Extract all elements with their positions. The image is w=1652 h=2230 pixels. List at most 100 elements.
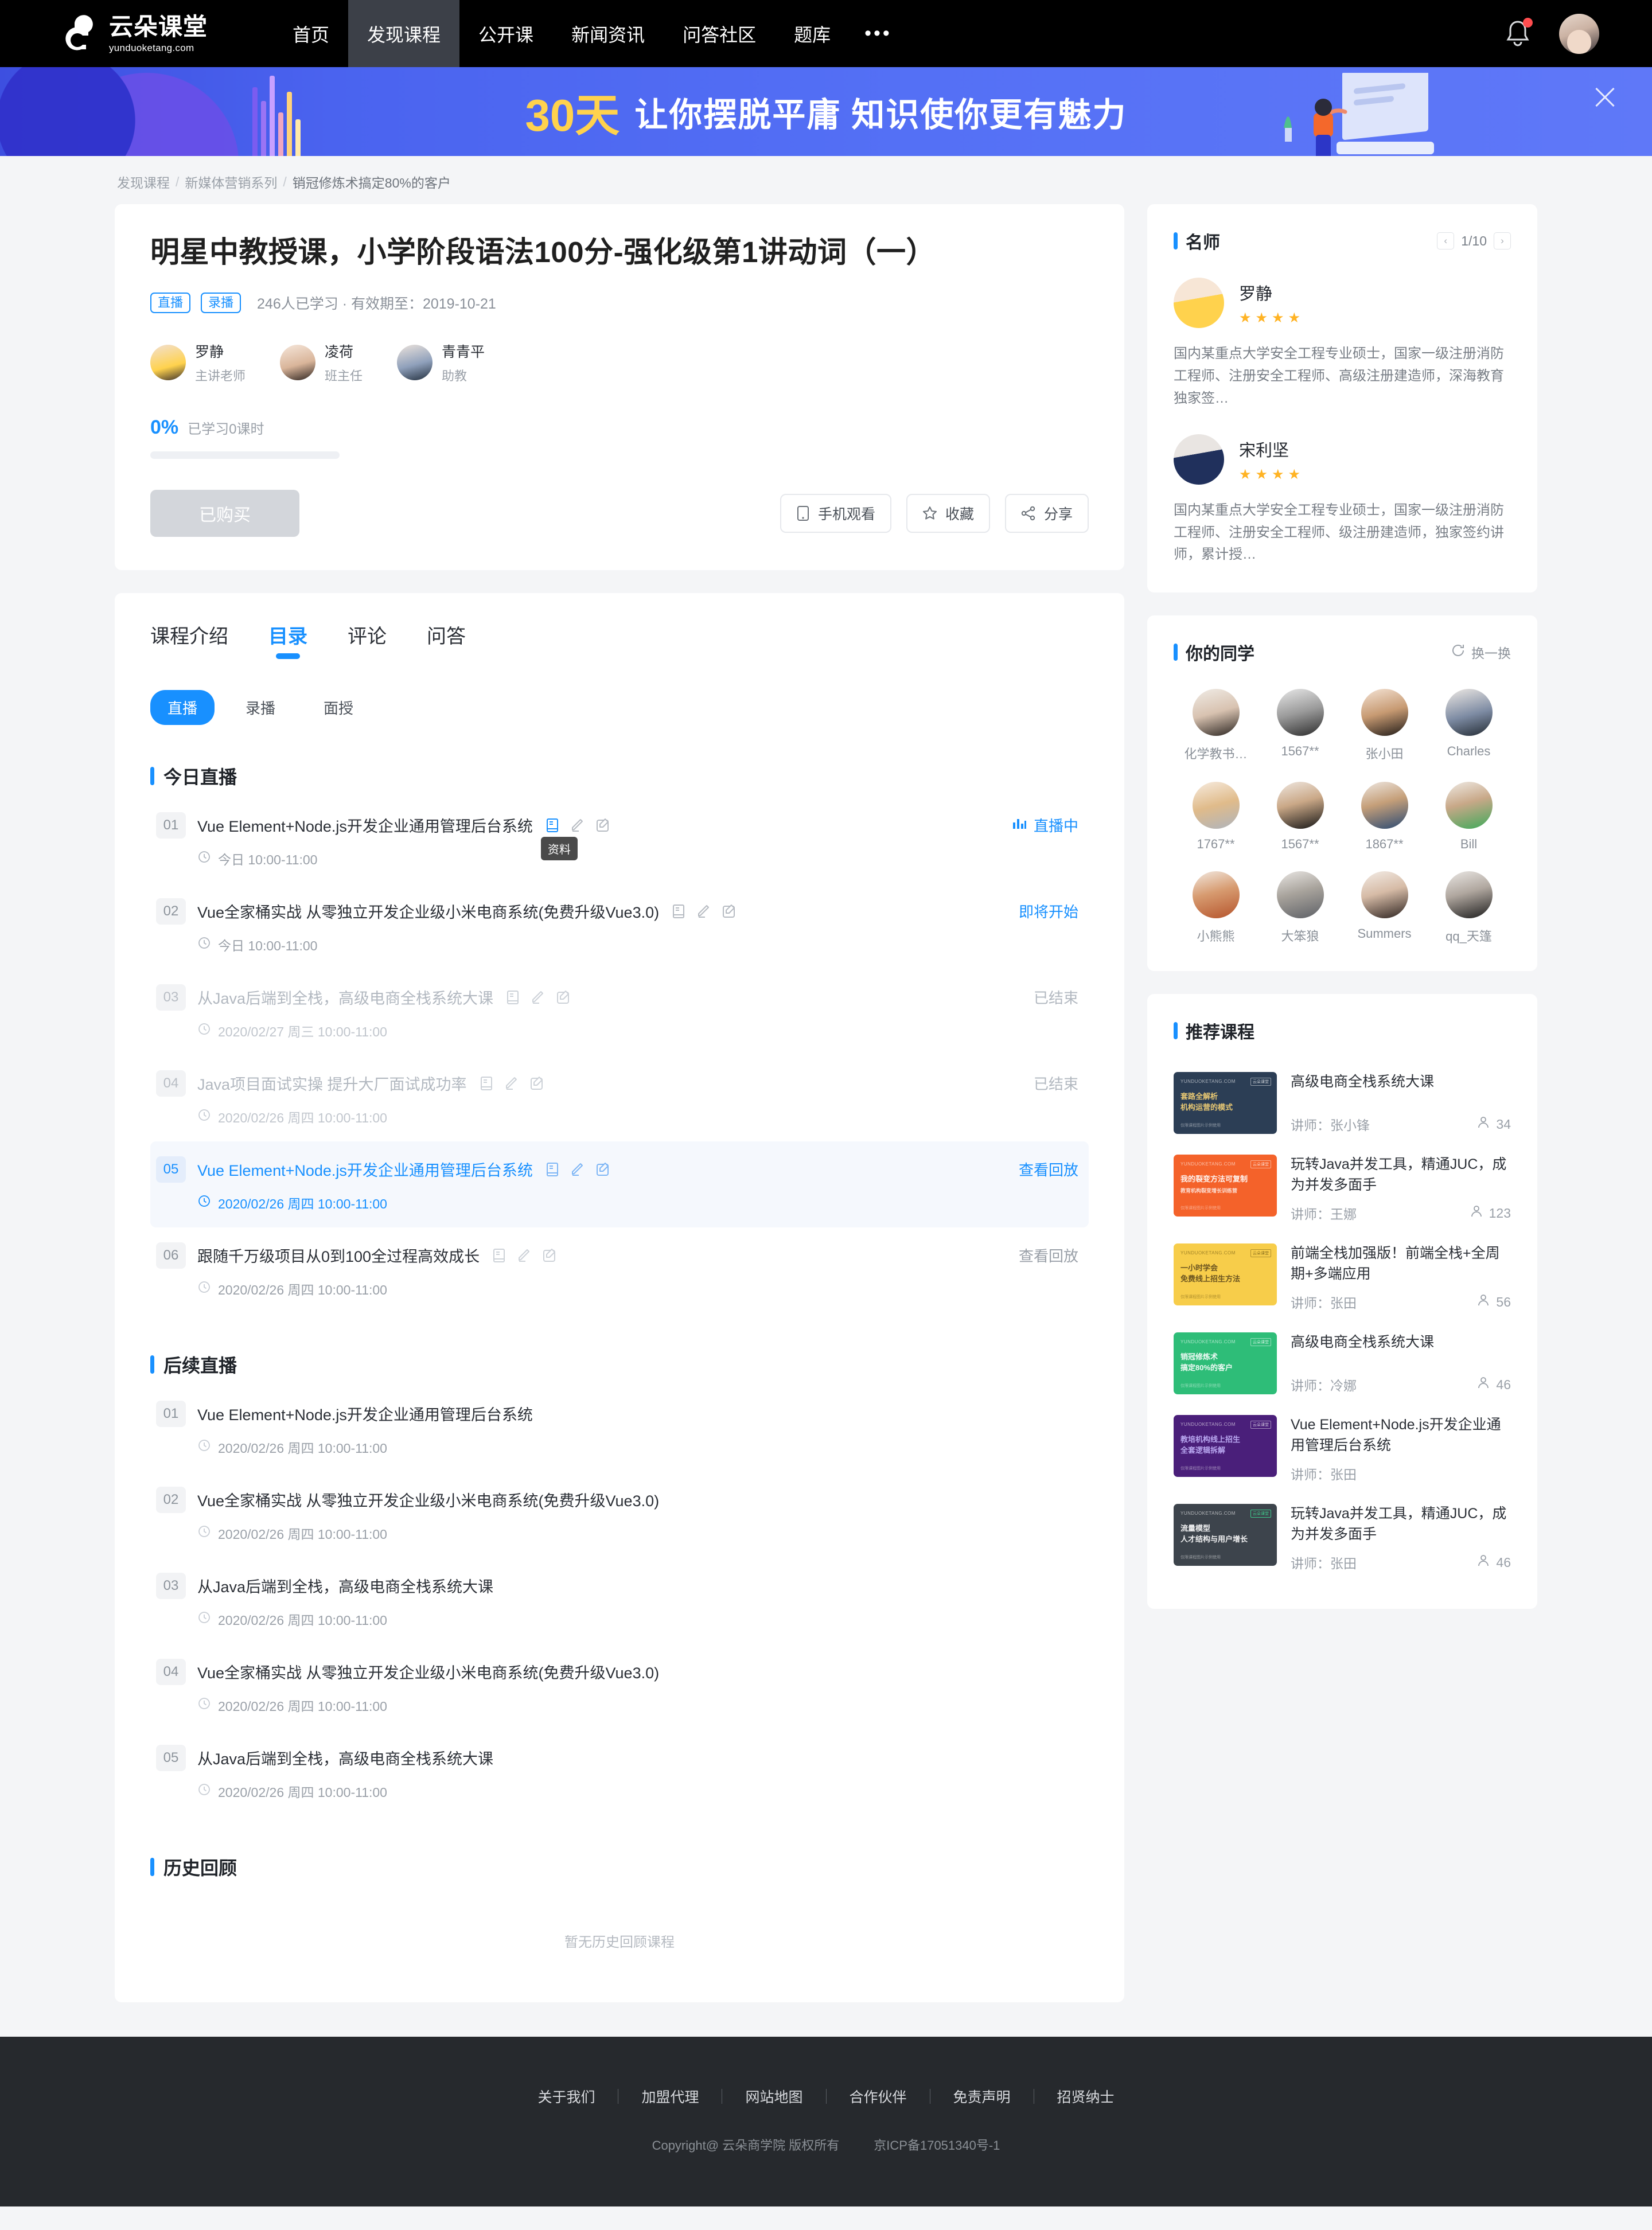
table-row[interactable]: 04 Vue全家桶实战 从零独立开发企业级小米电商系统(免费升级Vue3.0) … <box>150 1644 1089 1730</box>
material-icon[interactable] <box>544 817 560 833</box>
course-title[interactable]: 高级电商全栈系统大课 <box>1291 1332 1511 1353</box>
watch-on-phone-button[interactable]: 手机观看 <box>780 493 891 533</box>
status-badge[interactable]: 查看回放 <box>1019 1245 1078 1266</box>
list-item[interactable]: 大笨狼 <box>1258 871 1342 945</box>
table-row[interactable]: 06 跟随千万级项目从0到100全过程高效成长 查看回放 2020/02/26 … <box>150 1227 1089 1313</box>
material-icon[interactable] <box>491 1247 507 1264</box>
footer-link-franchise[interactable]: 加盟代理 <box>618 2086 722 2107</box>
list-item[interactable]: 化学教书… <box>1174 689 1258 762</box>
nav-item-home[interactable]: 首页 <box>274 0 348 67</box>
list-item[interactable]: 小熊熊 <box>1174 871 1258 945</box>
site-logo[interactable]: 云朵课堂 yunduoketang.com <box>63 14 208 53</box>
course-title[interactable]: 前端全栈加强版！前端全栈+全周期+多端应用 <box>1291 1243 1511 1284</box>
lesson-title[interactable]: 从Java后端到全栈，高级电商全栈系统大课 <box>197 986 493 1008</box>
homework-icon[interactable] <box>516 1247 532 1264</box>
breadcrumb-item-1[interactable]: 新媒体营销系列 <box>185 172 277 192</box>
refresh-classmates-button[interactable]: 换一换 <box>1451 642 1511 662</box>
exam-icon[interactable] <box>555 989 571 1005</box>
teacher-item[interactable]: 青青平 助教 <box>397 341 485 384</box>
exam-icon[interactable] <box>721 903 737 919</box>
footer-link-about[interactable]: 关于我们 <box>515 2086 618 2107</box>
list-item[interactable]: qq_天篷 <box>1427 871 1511 945</box>
list-item[interactable]: Summers <box>1342 871 1427 945</box>
favorite-button[interactable]: 收藏 <box>906 493 990 533</box>
table-row[interactable]: 04 Java项目面试实操 提升大厂面试成功率 已结束 2020/02/26 周… <box>150 1055 1089 1141</box>
tab-course-intro[interactable]: 课程介绍 <box>150 621 228 659</box>
nav-item-question-bank[interactable]: 题库 <box>775 0 850 67</box>
lesson-title[interactable]: Vue Element+Node.js开发企业通用管理后台系统 <box>197 1402 533 1425</box>
homework-icon[interactable] <box>530 989 546 1005</box>
list-item[interactable]: 1767** <box>1174 782 1258 852</box>
exam-icon[interactable] <box>595 1161 611 1178</box>
prev-page-button[interactable]: ‹ <box>1437 232 1455 249</box>
table-row[interactable]: 02 Vue全家桶实战 从零独立开发企业级小米电商系统(免费升级Vue3.0) … <box>150 883 1089 969</box>
list-item[interactable]: Charles <box>1427 689 1511 762</box>
course-title[interactable]: 玩转Java并发工具，精通JUC，成为并发多面手 <box>1291 1155 1511 1195</box>
homework-icon[interactable] <box>570 1161 586 1178</box>
nav-more-icon[interactable]: ••• <box>850 0 907 67</box>
footer-link-careers[interactable]: 招贤纳士 <box>1034 2086 1137 2107</box>
homework-icon[interactable] <box>570 817 586 833</box>
nav-item-qa-community[interactable]: 问答社区 <box>664 0 775 67</box>
table-row[interactable]: 03 从Java后端到全栈，高级电商全栈系统大课 已结束 2020/02/27 … <box>150 969 1089 1055</box>
lesson-title[interactable]: 从Java后端到全栈，高级电商全栈系统大课 <box>197 1746 493 1769</box>
table-row[interactable]: 02 Vue全家桶实战 从零独立开发企业级小米电商系统(免费升级Vue3.0) … <box>150 1472 1089 1558</box>
purchased-button[interactable]: 已购买 <box>150 489 299 537</box>
list-item[interactable]: YUNDUOKETANG.COM 云朵课堂 我的裂变方法可复制 教育机构裂变增长训… <box>1174 1144 1511 1233</box>
lesson-title[interactable]: Vue Element+Node.js开发企业通用管理后台系统 <box>197 1158 533 1180</box>
list-item[interactable]: 张小田 <box>1342 689 1427 762</box>
course-title[interactable]: 高级电商全栈系统大课 <box>1291 1072 1511 1093</box>
list-item[interactable]: Bill <box>1427 782 1511 852</box>
course-title[interactable]: 玩转Java并发工具，精通JUC，成为并发多面手 <box>1291 1504 1511 1545</box>
list-item[interactable]: 1867** <box>1342 782 1427 852</box>
share-button[interactable]: 分享 <box>1004 493 1089 533</box>
tab-catalog[interactable]: 目录 <box>268 621 307 659</box>
course-title[interactable]: Vue Element+Node.js开发企业通用管理后台系统 <box>1291 1415 1511 1456</box>
icp-text[interactable]: 京ICP备17051340号-1 <box>874 2135 1000 2154</box>
nav-item-discover-courses[interactable]: 发现课程 <box>348 0 460 67</box>
table-row[interactable]: 01 Vue Element+Node.js开发企业通用管理后台系统 2020/… <box>150 1386 1089 1472</box>
lesson-title[interactable]: Vue全家桶实战 从零独立开发企业级小米电商系统(免费升级Vue3.0) <box>197 900 659 922</box>
notification-bell-icon[interactable] <box>1504 17 1533 49</box>
exam-icon[interactable] <box>529 1075 545 1091</box>
list-item[interactable]: YUNDUOKETANG.COM 云朵课堂 流量模型 人才结构与用户增长 仅限课程… <box>1174 1494 1511 1582</box>
lesson-title[interactable]: Vue Element+Node.js开发企业通用管理后台系统 <box>197 814 533 836</box>
homework-icon[interactable] <box>504 1075 520 1091</box>
breadcrumb-item-0[interactable]: 发现课程 <box>117 172 170 192</box>
footer-link-sitemap[interactable]: 网站地图 <box>722 2086 825 2107</box>
status-badge[interactable]: 查看回放 <box>1019 1159 1078 1180</box>
lesson-title[interactable]: Vue全家桶实战 从零独立开发企业级小米电商系统(免费升级Vue3.0) <box>197 1488 659 1511</box>
nav-item-news[interactable]: 新闻资讯 <box>552 0 664 67</box>
material-icon[interactable] <box>478 1075 494 1091</box>
list-item[interactable]: YUNDUOKETANG.COM 云朵课堂 销冠修炼术 搞定80%的客户 仅限课程… <box>1174 1322 1511 1405</box>
user-avatar[interactable] <box>1559 13 1599 54</box>
exam-icon[interactable] <box>595 817 611 833</box>
subtab-recorded[interactable]: 录播 <box>228 690 293 725</box>
table-row[interactable]: 05 从Java后端到全栈，高级电商全栈系统大课 2020/02/26 周四 1… <box>150 1730 1089 1816</box>
lesson-title[interactable]: 从Java后端到全栈，高级电商全栈系统大课 <box>197 1574 493 1597</box>
lesson-title[interactable]: Vue全家桶实战 从零独立开发企业级小米电商系统(免费升级Vue3.0) <box>197 1660 659 1683</box>
material-icon[interactable] <box>505 989 521 1005</box>
next-page-button[interactable]: › <box>1494 232 1511 249</box>
lesson-title[interactable]: 跟随千万级项目从0到100全过程高效成长 <box>197 1244 480 1266</box>
table-row[interactable]: 01 Vue Element+Node.js开发企业通用管理后台系统 资料 直播… <box>150 797 1089 883</box>
subtab-live[interactable]: 直播 <box>150 689 215 725</box>
footer-link-partners[interactable]: 合作伙伴 <box>827 2086 930 2107</box>
teacher-item[interactable]: 罗静 主讲老师 <box>150 341 246 384</box>
material-icon[interactable] <box>544 1161 560 1178</box>
exam-icon[interactable] <box>541 1247 558 1264</box>
status-badge[interactable]: 直播中 <box>1012 814 1078 836</box>
list-item[interactable]: YUNDUOKETANG.COM 云朵课堂 一小时学会 免费线上招生方法 仅限课程… <box>1174 1233 1511 1322</box>
material-icon[interactable] <box>671 903 687 919</box>
tab-qa[interactable]: 问答 <box>427 621 466 659</box>
list-item[interactable]: YUNDUOKETANG.COM 云朵课堂 教培机构线上招生 全套逻辑拆解 仅限课… <box>1174 1405 1511 1494</box>
nav-item-open-class[interactable]: 公开课 <box>459 0 552 67</box>
list-item[interactable]: 1567** <box>1258 689 1342 762</box>
list-item[interactable]: 1567** <box>1258 782 1342 852</box>
table-row[interactable]: 05 Vue Element+Node.js开发企业通用管理后台系统 查看回放 <box>150 1141 1089 1227</box>
list-item[interactable]: YUNDUOKETANG.COM 云朵课堂 套路全解析 机构运营的模式 仅限课程图… <box>1174 1062 1511 1144</box>
table-row[interactable]: 03 从Java后端到全栈，高级电商全栈系统大课 2020/02/26 周四 1… <box>150 1558 1089 1644</box>
promo-banner[interactable]: 30天 让你摆脱平庸 知识使你更有魅力 <box>0 67 1652 156</box>
footer-link-disclaimer[interactable]: 免责声明 <box>930 2086 1034 2107</box>
subtab-offline[interactable]: 面授 <box>306 690 371 725</box>
